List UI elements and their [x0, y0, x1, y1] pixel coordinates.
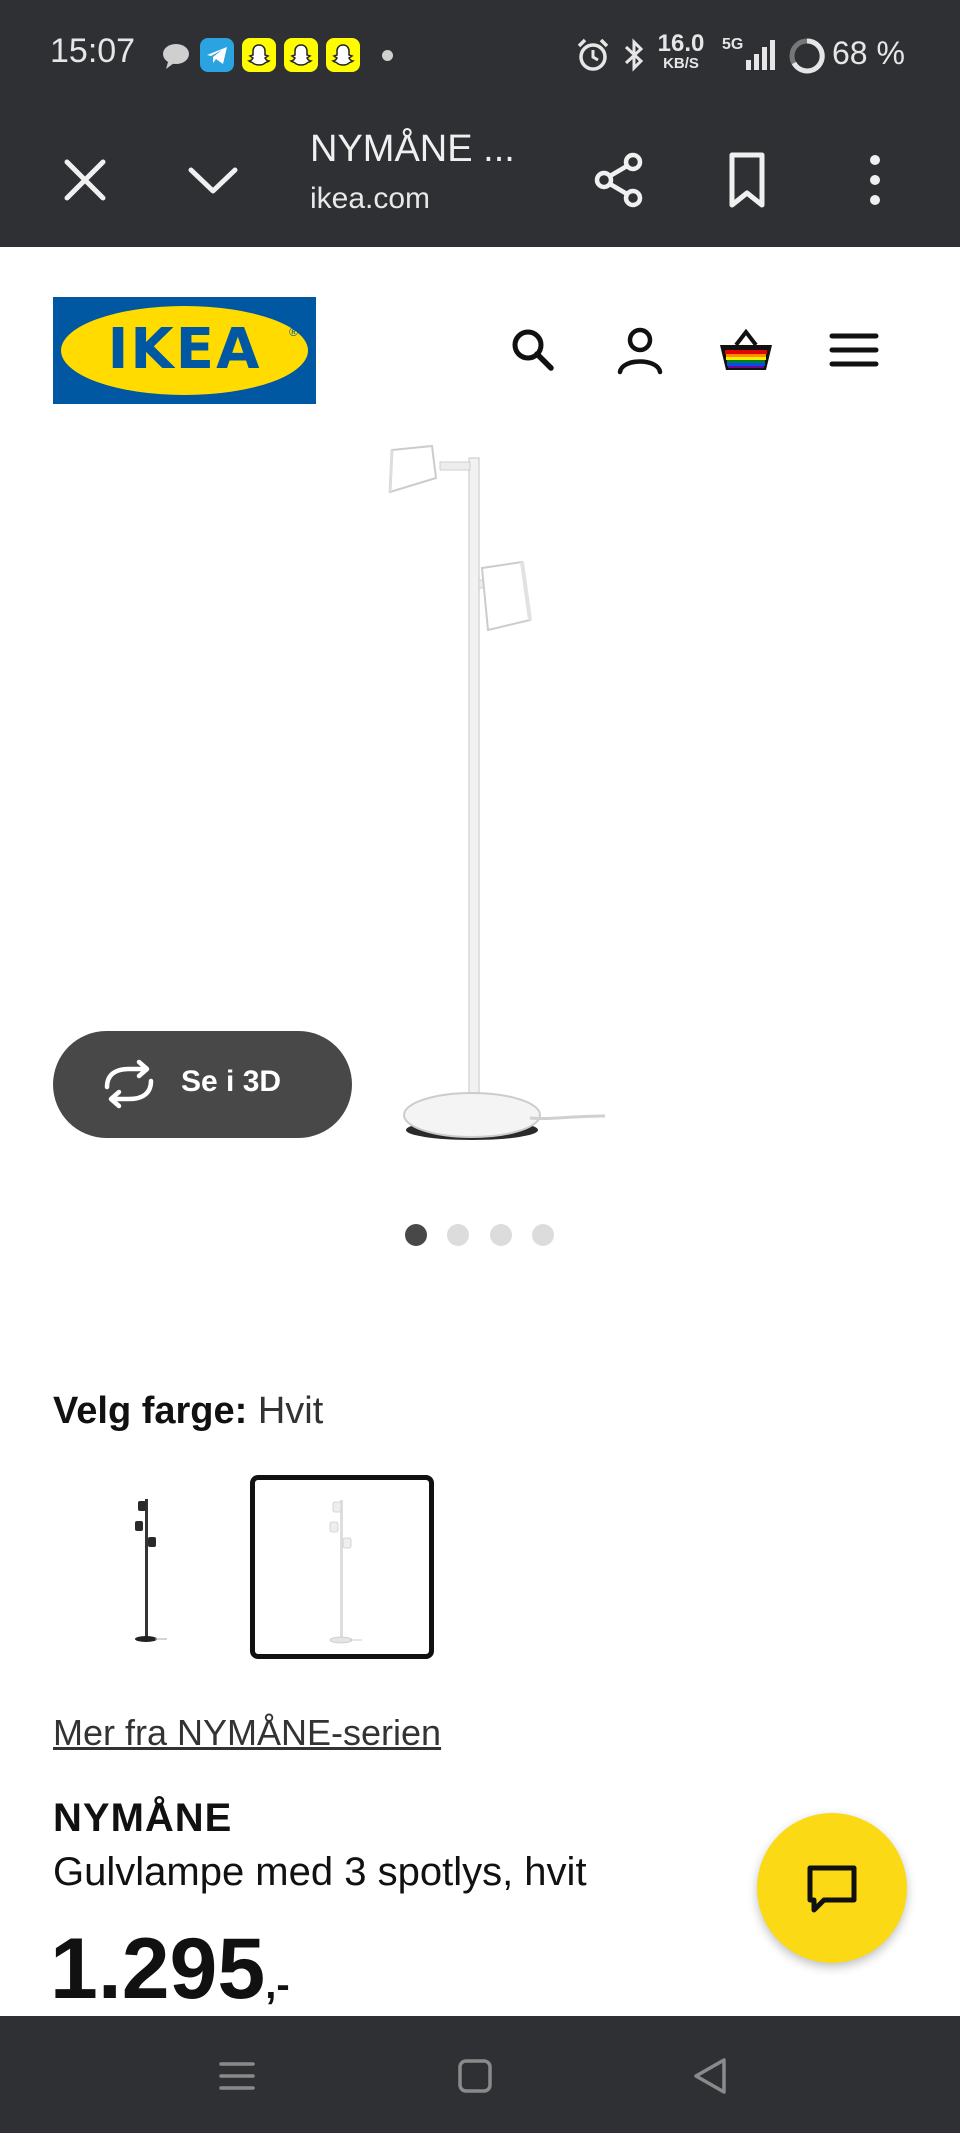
network-speed-unit: KB/S — [663, 55, 699, 72]
gallery-dot[interactable] — [532, 1224, 554, 1246]
chat-bubble-icon — [160, 40, 192, 77]
product-description: Gulvlampe med 3 spotlys, hvit — [53, 1850, 587, 1894]
home-icon[interactable] — [445, 2046, 505, 2106]
search-icon[interactable] — [503, 320, 563, 380]
logo-text: IKEA — [107, 317, 262, 382]
ikea-logo[interactable]: IKEA ® — [53, 297, 316, 404]
series-link[interactable]: Mer fra NYMÅNE-serien — [53, 1712, 441, 1754]
share-icon[interactable] — [584, 145, 654, 215]
network-type: 5G — [722, 36, 744, 53]
system-navigation-bar — [0, 2016, 960, 2133]
price-integer: 1.295 — [50, 1921, 266, 2017]
gallery-dot[interactable] — [490, 1224, 512, 1246]
product-image[interactable] — [380, 440, 620, 1140]
snapchat-icon — [326, 38, 360, 72]
battery-level: 68 % — [832, 35, 905, 71]
network-speed: 16.0 KB/S — [656, 30, 706, 72]
view-3d-label: Se i 3D — [181, 1065, 282, 1098]
product-price: 1.295,- — [50, 1920, 290, 2019]
gallery-dot[interactable] — [405, 1224, 427, 1246]
chevron-down-icon[interactable] — [178, 145, 248, 215]
menu-icon[interactable] — [824, 320, 884, 380]
status-bar: 15:07 16.0 KB/S 5G 68 % — [0, 0, 960, 110]
shopping-bag-icon[interactable] — [716, 320, 776, 380]
chat-button[interactable] — [757, 1813, 907, 1963]
alarm-icon — [574, 36, 612, 79]
battery-icon — [788, 37, 826, 80]
color-selection: Velg farge: Hvit — [53, 1390, 323, 1433]
bookmark-icon[interactable] — [712, 145, 782, 215]
chat-icon — [802, 1858, 862, 1923]
color-value: Hvit — [257, 1390, 324, 1432]
signal-icon — [744, 38, 776, 77]
gallery-dot[interactable] — [447, 1224, 469, 1246]
network-speed-value: 16.0 — [657, 30, 705, 57]
browser-toolbar: NYMÅNE ... ikea.com — [0, 110, 960, 247]
snapchat-icon — [284, 38, 318, 72]
color-swatch-white[interactable] — [250, 1475, 434, 1659]
more-options-icon[interactable] — [840, 145, 910, 215]
product-name: NYMÅNE — [53, 1796, 233, 1840]
page-domain: ikea.com — [310, 182, 431, 215]
view-3d-button[interactable]: Se i 3D — [53, 1031, 352, 1138]
account-icon[interactable] — [610, 320, 670, 380]
status-time: 15:07 — [50, 32, 136, 70]
registered-mark-icon: ® — [289, 325, 298, 339]
notification-dot-icon — [382, 50, 393, 61]
color-swatch-black[interactable] — [55, 1475, 239, 1659]
recent-apps-icon[interactable] — [207, 2046, 267, 2106]
telegram-icon — [200, 38, 234, 72]
back-icon[interactable] — [682, 2046, 742, 2106]
color-label: Velg farge: — [53, 1390, 248, 1432]
close-icon[interactable] — [50, 145, 120, 215]
rotate-3d-icon — [99, 1059, 159, 1114]
price-decimal: ,- — [265, 1963, 290, 2007]
page-title: NYMÅNE ... — [310, 128, 515, 170]
bluetooth-icon — [620, 36, 648, 79]
snapchat-icon — [242, 38, 276, 72]
